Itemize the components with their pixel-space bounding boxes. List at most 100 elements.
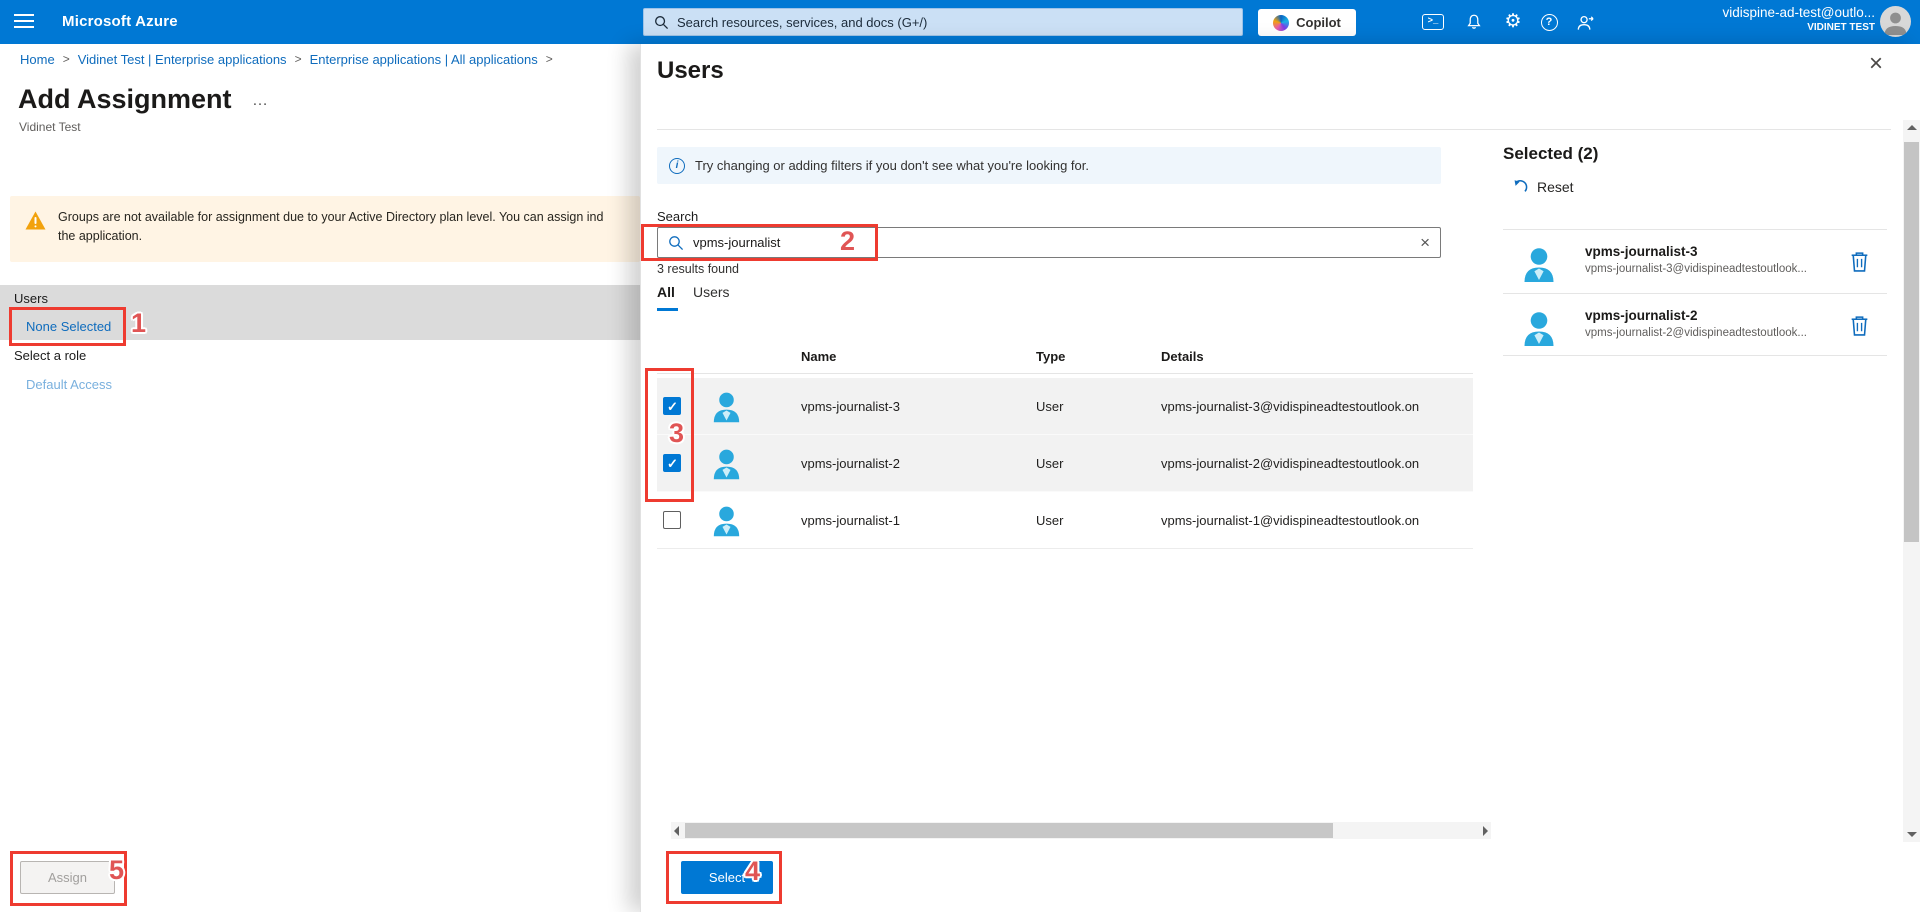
reset-button[interactable]: Reset — [1511, 178, 1574, 195]
row-checkbox-unchecked[interactable] — [663, 511, 681, 529]
column-header-type: Type — [1036, 349, 1065, 364]
tab-users[interactable]: Users — [693, 284, 730, 300]
reset-label: Reset — [1537, 179, 1574, 195]
row-name: vpms-journalist-1 — [801, 513, 900, 528]
account-tenant: VIDINET TEST — [1722, 22, 1875, 33]
divider — [1503, 229, 1887, 230]
divider — [1503, 293, 1887, 294]
table-row[interactable]: vpms-journalist-1 User vpms-journalist-1… — [657, 492, 1473, 549]
row-type: User — [1036, 399, 1063, 414]
global-search-placeholder: Search resources, services, and docs (G+… — [677, 15, 927, 30]
account-avatar[interactable] — [1880, 6, 1911, 37]
hamburger-menu-icon[interactable] — [14, 14, 34, 30]
default-access-link[interactable]: Default Access — [26, 377, 112, 392]
info-banner-text: Try changing or adding filters if you do… — [695, 158, 1089, 173]
page-more-ellipsis-icon[interactable]: … — [252, 92, 268, 110]
selected-count-title: Selected (2) — [1503, 144, 1598, 164]
copilot-label: Copilot — [1296, 15, 1341, 30]
vertical-scrollbar-thumb[interactable] — [1904, 142, 1919, 542]
selected-user-item: vpms-journalist-3 vpms-journalist-3@vidi… — [1503, 236, 1887, 291]
breadcrumb-separator: > — [63, 52, 70, 66]
brand-title[interactable]: Microsoft Azure — [62, 0, 178, 44]
breadcrumb-home[interactable]: Home — [20, 52, 55, 67]
account-email: vidispine-ad-test@outlo... — [1722, 5, 1875, 20]
selected-user-name: vpms-journalist-3 — [1585, 244, 1698, 259]
user-avatar-icon — [709, 446, 744, 481]
user-search-input[interactable]: vpms-journalist × — [657, 227, 1441, 258]
delete-trash-icon[interactable] — [1849, 250, 1870, 273]
select-button[interactable]: Select — [681, 861, 773, 894]
table-row[interactable]: vpms-journalist-2 User vpms-journalist-2… — [657, 435, 1473, 492]
help-icon[interactable]: ? — [1537, 10, 1561, 34]
selected-user-name: vpms-journalist-2 — [1585, 308, 1698, 323]
user-avatar-icon — [1519, 308, 1559, 348]
search-icon — [668, 235, 684, 251]
row-details: vpms-journalist-2@vidispineadtestoutlook… — [1161, 456, 1473, 471]
azure-portal-screen: Microsoft Azure Search resources, servic… — [0, 0, 1920, 912]
selected-user-email: vpms-journalist-3@vidispineadtestoutlook… — [1585, 263, 1845, 275]
copilot-icon — [1273, 15, 1289, 31]
none-selected-link[interactable]: None Selected — [26, 319, 111, 334]
select-role-label: Select a role — [14, 348, 86, 363]
selected-user-item: vpms-journalist-2 vpms-journalist-2@vidi… — [1503, 300, 1887, 355]
breadcrumb-enterprise-apps[interactable]: Vidinet Test | Enterprise applications — [78, 52, 287, 67]
row-details: vpms-journalist-1@vidispineadtestoutlook… — [1161, 513, 1473, 528]
search-field-label: Search — [657, 209, 698, 224]
column-header-details: Details — [1161, 349, 1204, 364]
row-checkbox-checked[interactable] — [663, 454, 681, 472]
info-icon: i — [669, 158, 685, 174]
warning-triangle-icon — [25, 211, 46, 230]
horizontal-scrollbar[interactable] — [671, 822, 1491, 839]
search-value: vpms-journalist — [693, 235, 1411, 250]
scroll-left-arrow-icon[interactable] — [674, 826, 679, 836]
user-avatar-icon — [1519, 244, 1559, 284]
users-picker-panel: Users × i Try changing or adding filters… — [640, 44, 1920, 912]
horizontal-scrollbar-thumb[interactable] — [685, 823, 1333, 838]
row-checkbox-checked[interactable] — [663, 397, 681, 415]
tab-all[interactable]: All — [657, 284, 675, 300]
scroll-down-arrow-icon[interactable] — [1907, 832, 1917, 837]
delete-trash-icon[interactable] — [1849, 314, 1870, 337]
row-details: vpms-journalist-3@vidispineadtestoutlook… — [1161, 399, 1473, 414]
row-type: User — [1036, 513, 1063, 528]
page-subtitle: Vidinet Test — [19, 120, 81, 134]
table-row[interactable]: vpms-journalist-3 User vpms-journalist-3… — [657, 378, 1473, 435]
notifications-bell-icon[interactable] — [1462, 10, 1486, 34]
active-tab-underline — [657, 308, 678, 311]
vertical-scrollbar[interactable] — [1903, 120, 1920, 842]
global-search-input[interactable]: Search resources, services, and docs (G+… — [643, 8, 1243, 36]
row-name: vpms-journalist-3 — [801, 399, 900, 414]
divider — [1503, 355, 1887, 356]
breadcrumb-separator: > — [295, 52, 302, 66]
panel-divider — [657, 129, 1891, 130]
warning-text: Groups are not available for assignment … — [58, 208, 636, 247]
user-avatar-icon — [709, 503, 744, 538]
info-banner: i Try changing or adding filters if you … — [657, 147, 1441, 184]
account-menu[interactable]: vidispine-ad-test@outlo... VIDINET TEST — [1722, 5, 1875, 33]
user-avatar-icon — [709, 389, 744, 424]
top-bar: Microsoft Azure Search resources, servic… — [0, 0, 1920, 44]
row-type: User — [1036, 456, 1063, 471]
panel-title: Users — [657, 57, 724, 85]
breadcrumb-all-applications[interactable]: Enterprise applications | All applicatio… — [310, 52, 538, 67]
scroll-up-arrow-icon[interactable] — [1907, 125, 1917, 130]
clear-search-icon[interactable]: × — [1420, 234, 1430, 251]
cloud-shell-icon[interactable]: >_ — [1421, 10, 1445, 34]
breadcrumb-separator: > — [546, 52, 553, 66]
undo-reset-icon — [1511, 178, 1528, 195]
close-icon[interactable]: × — [1869, 52, 1883, 76]
copilot-button[interactable]: Copilot — [1258, 9, 1356, 36]
row-name: vpms-journalist-2 — [801, 456, 900, 471]
settings-gear-icon[interactable]: ⚙ — [1501, 10, 1525, 34]
column-header-name: Name — [801, 349, 836, 364]
scroll-right-arrow-icon[interactable] — [1483, 826, 1488, 836]
results-count: 3 results found — [657, 262, 739, 276]
search-icon — [654, 15, 669, 30]
assign-button[interactable]: Assign — [20, 861, 115, 894]
feedback-person-icon[interactable] — [1573, 10, 1597, 34]
users-field-label: Users — [14, 291, 48, 306]
table-header: Name Type Details — [657, 346, 1473, 374]
selected-user-email: vpms-journalist-2@vidispineadtestoutlook… — [1585, 327, 1845, 339]
breadcrumb: Home > Vidinet Test | Enterprise applica… — [20, 44, 640, 74]
page-title: Add Assignment — [18, 84, 232, 115]
